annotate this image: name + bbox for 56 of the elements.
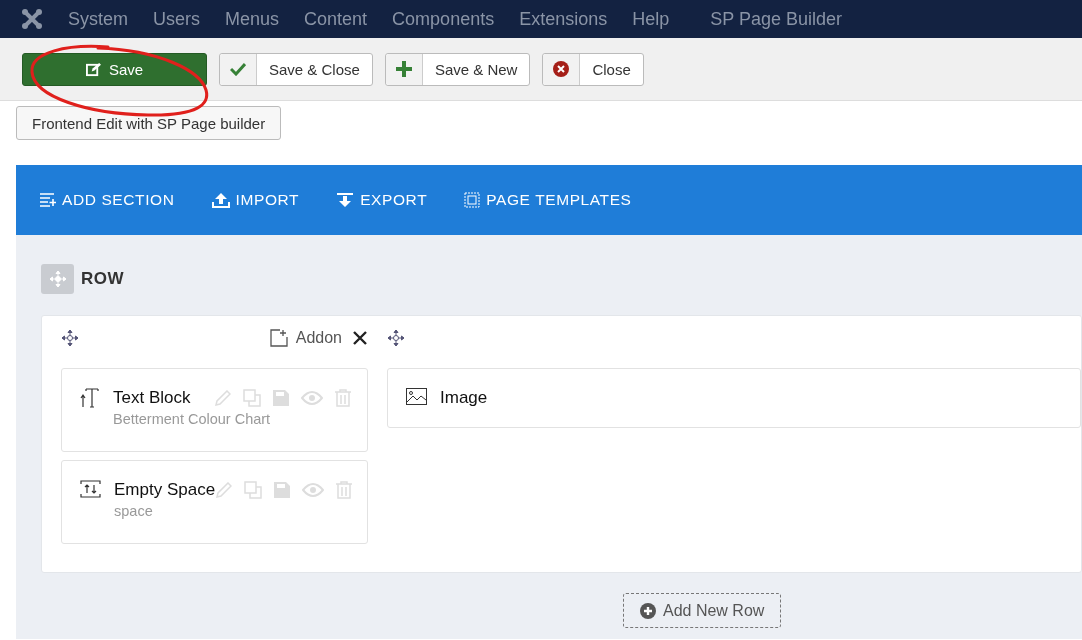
tools-icon[interactable] xyxy=(352,330,368,346)
download-icon xyxy=(336,192,355,208)
addon-title: Text Block xyxy=(113,388,191,408)
addon-card[interactable]: Empty Space space xyxy=(61,460,368,544)
save-icon[interactable] xyxy=(274,482,291,498)
copy-icon[interactable] xyxy=(244,481,263,499)
menu-item[interactable]: Help xyxy=(632,8,670,30)
save-new-button[interactable]: Save & New xyxy=(384,52,531,86)
cancel-icon xyxy=(553,61,570,77)
trash-icon[interactable] xyxy=(336,481,353,499)
add-addon-button[interactable]: Addon xyxy=(269,329,342,347)
addon-title: Image xyxy=(440,388,488,408)
add-section-button[interactable]: ADD SECTION xyxy=(40,191,175,209)
menu-item[interactable]: Content xyxy=(304,8,368,30)
text-icon xyxy=(80,388,100,408)
add-list-icon xyxy=(40,193,56,207)
menu-item[interactable]: System xyxy=(68,8,128,30)
template-icon xyxy=(464,192,481,208)
plus-circle-icon xyxy=(640,602,656,619)
export-button[interactable]: EXPORT xyxy=(336,191,428,209)
addon-title: Empty Space xyxy=(114,480,216,500)
trash-icon[interactable] xyxy=(335,389,351,407)
menu-item[interactable]: Extensions xyxy=(519,8,608,30)
save-button[interactable]: Save xyxy=(22,52,207,86)
add-new-row-button[interactable]: Add New Row xyxy=(623,593,782,628)
copy-icon[interactable] xyxy=(243,389,261,407)
row-label: ROW xyxy=(81,269,125,289)
edit-icon xyxy=(85,61,101,77)
menu-item[interactable]: Components xyxy=(392,8,495,30)
check-icon xyxy=(230,62,246,76)
frontend-edit-button[interactable]: Frontend Edit with SP Page builder xyxy=(16,106,282,140)
move-icon[interactable] xyxy=(61,329,79,347)
import-button[interactable]: IMPORT xyxy=(211,191,300,209)
upload-icon xyxy=(211,192,230,208)
menu-item[interactable]: SP Page Builder xyxy=(710,8,843,30)
plus-icon xyxy=(395,61,412,77)
row-handle[interactable] xyxy=(41,264,74,294)
menu-item[interactable]: Menus xyxy=(225,8,280,30)
image-icon xyxy=(406,388,427,405)
eye-icon[interactable] xyxy=(302,483,325,497)
move-icon[interactable] xyxy=(387,329,405,347)
addon-subtitle: space xyxy=(114,503,154,519)
menu-item[interactable]: Users xyxy=(153,8,201,30)
edit-icon[interactable] xyxy=(215,481,233,499)
eye-icon[interactable] xyxy=(301,391,323,405)
addon-subtitle: Betterment Colour Chart xyxy=(113,411,272,427)
logo-icon[interactable] xyxy=(22,9,42,29)
addon-card[interactable]: Image xyxy=(387,368,1081,428)
spacing-icon xyxy=(80,480,101,498)
add-box-icon xyxy=(269,329,288,347)
save-icon[interactable] xyxy=(273,390,289,406)
addon-card[interactable]: Text Block Betterment Colour Chart xyxy=(61,368,368,452)
edit-icon[interactable] xyxy=(214,389,231,407)
save-close-button[interactable]: Save & Close xyxy=(219,52,373,86)
close-button[interactable]: Close xyxy=(542,52,644,86)
page-templates-button[interactable]: PAGE TEMPLATES xyxy=(464,191,632,209)
